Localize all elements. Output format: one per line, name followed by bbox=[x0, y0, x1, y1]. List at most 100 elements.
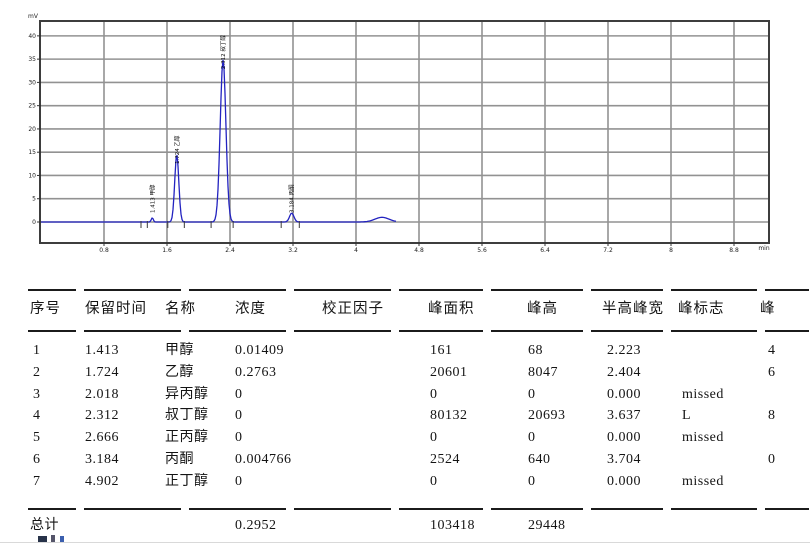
x-tick-label: 5.6 bbox=[477, 247, 487, 254]
table-cell: 3 bbox=[33, 387, 41, 403]
chromatogram-plot[interactable]: 0.81.62.43.244.85.66.47.288.805101520253… bbox=[0, 0, 810, 262]
table-rule-segment bbox=[84, 330, 181, 332]
total-cell: 29448 bbox=[528, 518, 566, 534]
table-cell: 5 bbox=[33, 430, 41, 446]
table-cell: 8 bbox=[768, 408, 776, 424]
table-cell: 3.637 bbox=[607, 408, 641, 424]
table-rule-segment bbox=[294, 330, 391, 332]
table-cell: 20601 bbox=[430, 365, 468, 381]
y-tick-label: 15 bbox=[28, 149, 36, 156]
table-rule-segment bbox=[491, 508, 583, 510]
y-tick-label: 40 bbox=[28, 33, 36, 40]
table-cell: 7 bbox=[33, 474, 41, 490]
table-rule-segment bbox=[399, 289, 483, 291]
table-rule-segment bbox=[28, 289, 76, 291]
table-cell: 0 bbox=[528, 430, 536, 446]
table-cell: 2524 bbox=[430, 452, 460, 468]
table-cell: 161 bbox=[430, 343, 453, 359]
x-tick-label: 7.2 bbox=[603, 247, 613, 254]
peak-label: 1.413 甲醇 bbox=[148, 184, 156, 213]
table-cell: 4 bbox=[33, 408, 41, 424]
column-header: 名称 bbox=[165, 301, 196, 317]
table-cell: 乙醇 bbox=[165, 365, 194, 381]
table-rule-segment bbox=[671, 330, 757, 332]
table-rule-segment bbox=[189, 508, 286, 510]
table-rule-segment bbox=[491, 330, 583, 332]
total-cell: 0.2952 bbox=[235, 518, 277, 534]
table-cell: 1.724 bbox=[85, 365, 119, 381]
total-cell: 总计 bbox=[30, 518, 59, 534]
table-rule-segment bbox=[591, 508, 663, 510]
table-cell: 0.000 bbox=[607, 387, 641, 403]
column-header: 峰高 bbox=[527, 301, 558, 317]
table-cell: 1 bbox=[33, 343, 41, 359]
table-cell: 0.2763 bbox=[235, 365, 277, 381]
x-tick-label: 8.8 bbox=[729, 247, 739, 254]
table-cell: 0.000 bbox=[607, 430, 641, 446]
table-rule-segment bbox=[671, 508, 757, 510]
x-tick-label: 4 bbox=[354, 247, 358, 254]
column-header: 序号 bbox=[30, 301, 61, 317]
x-tick-label: 8 bbox=[669, 247, 673, 254]
x-tick-label: 2.4 bbox=[225, 247, 235, 254]
table-cell: missed bbox=[682, 430, 724, 446]
y-axis-unit-label: mV bbox=[24, 14, 38, 20]
column-header: 峰 bbox=[760, 301, 776, 317]
x-tick-label: 0.8 bbox=[99, 247, 109, 254]
table-rule-segment bbox=[84, 289, 181, 291]
column-header: 校正因子 bbox=[322, 301, 384, 317]
table-cell: 80132 bbox=[430, 408, 468, 424]
table-cell: 2 bbox=[33, 365, 41, 381]
table-cell: 2.223 bbox=[607, 343, 641, 359]
table-cell: 2.404 bbox=[607, 365, 641, 381]
table-rule-segment bbox=[294, 289, 391, 291]
table-cell: 0 bbox=[235, 430, 243, 446]
peak-label: 1.724 乙醇 bbox=[173, 135, 181, 164]
chromatography-report: 0.81.62.43.244.85.66.47.288.805101520253… bbox=[0, 0, 810, 544]
x-tick-label: 4.8 bbox=[414, 247, 424, 254]
table-cell: 2.018 bbox=[85, 387, 119, 403]
table-rule-segment bbox=[84, 508, 181, 510]
table-cell: 640 bbox=[528, 452, 551, 468]
table-cell: missed bbox=[682, 474, 724, 490]
chromatogram-trace bbox=[41, 60, 396, 222]
peak-label: 2.312 叔丁醇 bbox=[219, 35, 227, 69]
chromatogram-canvas: 0.81.62.43.244.85.66.47.288.805101520253… bbox=[0, 0, 810, 262]
y-tick-label: 5 bbox=[32, 196, 36, 203]
table-cell: missed bbox=[682, 387, 724, 403]
y-tick-label: 25 bbox=[28, 103, 36, 110]
table-cell: 正丙醇 bbox=[165, 430, 209, 446]
table-cell: 2.666 bbox=[85, 430, 119, 446]
table-cell: 0 bbox=[430, 474, 438, 490]
table-cell: 4.902 bbox=[85, 474, 119, 490]
table-cell: 0 bbox=[768, 452, 776, 468]
table-rule-segment bbox=[765, 330, 809, 332]
table-rule-segment bbox=[765, 289, 809, 291]
table-cell: 0 bbox=[235, 387, 243, 403]
table-rule-segment bbox=[591, 289, 663, 291]
table-rule-segment bbox=[399, 508, 483, 510]
table-rule-segment bbox=[294, 508, 391, 510]
table-cell: 2.312 bbox=[85, 408, 119, 424]
y-tick-label: 0 bbox=[32, 219, 36, 226]
table-cell: 正丁醇 bbox=[165, 474, 209, 490]
table-rule-segment bbox=[189, 289, 286, 291]
table-cell: 0 bbox=[430, 430, 438, 446]
table-cell: 0 bbox=[430, 387, 438, 403]
y-tick-label: 30 bbox=[28, 79, 36, 86]
table-cell: 6 bbox=[768, 365, 776, 381]
table-rule-segment bbox=[591, 330, 663, 332]
table-cell: 1.413 bbox=[85, 343, 119, 359]
total-cell: 103418 bbox=[430, 518, 475, 534]
table-rule-segment bbox=[671, 289, 757, 291]
table-rule-segment bbox=[189, 330, 286, 332]
column-header: 浓度 bbox=[235, 301, 266, 317]
table-cell: 8047 bbox=[528, 365, 558, 381]
table-rule-segment bbox=[28, 508, 76, 510]
column-header: 峰标志 bbox=[678, 301, 725, 317]
table-cell: 3.704 bbox=[607, 452, 641, 468]
y-tick-label: 35 bbox=[28, 56, 36, 63]
table-cell: 0 bbox=[235, 474, 243, 490]
column-header: 半高峰宽 bbox=[602, 301, 664, 317]
table-cell: 甲醇 bbox=[165, 343, 194, 359]
